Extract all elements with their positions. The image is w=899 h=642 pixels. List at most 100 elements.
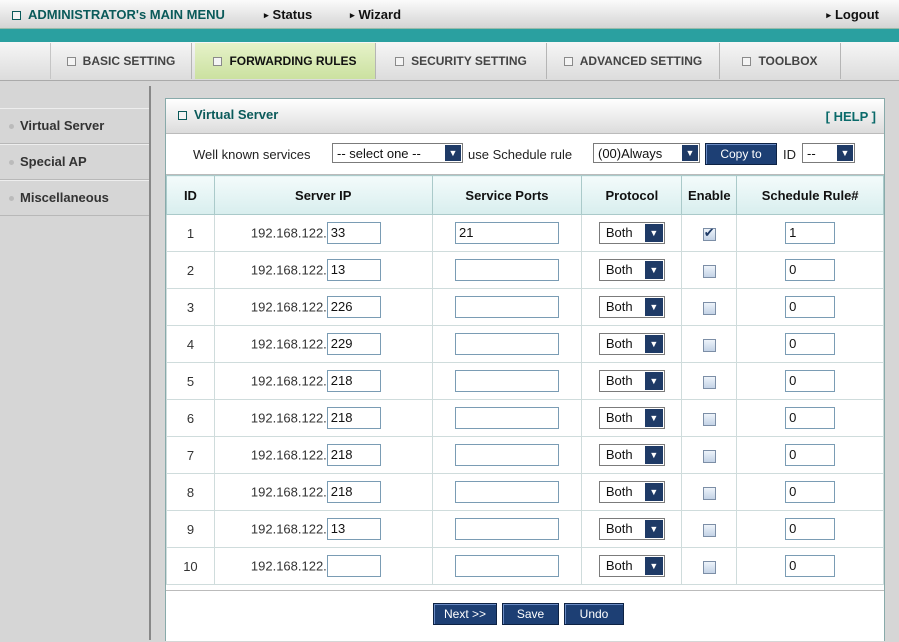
protocol-select[interactable]: Both ▼	[598, 370, 665, 392]
dot-bullet-icon	[9, 160, 14, 166]
service-ports-input[interactable]	[454, 444, 559, 466]
controls-row: Well known services -- select one -- ▼ us…	[166, 134, 884, 175]
well-known-services-select[interactable]: -- select one -- ▼	[332, 143, 463, 163]
protocol-select[interactable]: Both ▼	[598, 296, 665, 318]
enable-cell	[681, 214, 738, 252]
status-link[interactable]: ▸ Status	[264, 7, 312, 22]
dropdown-arrow-icon: ▼	[644, 261, 663, 279]
schedule-rule-input[interactable]: 0	[785, 296, 836, 318]
id-select[interactable]: -- ▼	[802, 143, 855, 163]
service-ports-input[interactable]	[454, 296, 559, 318]
dropdown-arrow-icon: ▼	[644, 409, 663, 427]
service-ports-input[interactable]	[454, 518, 559, 540]
help-link[interactable]: [ HELP ]	[826, 109, 876, 124]
server-ip-input[interactable]: 13	[326, 518, 381, 540]
protocol-select[interactable]: Both ▼	[598, 333, 665, 355]
enable-checkbox[interactable]	[702, 449, 716, 463]
enable-cell	[681, 547, 738, 585]
next-button[interactable]: Next >>	[433, 603, 497, 625]
schedule-rule-input[interactable]: 0	[785, 407, 836, 429]
triangle-right-icon: ▸	[264, 10, 269, 21]
table-row: 9 192.168.122. 13 Both ▼ 0	[166, 510, 884, 548]
schedule-rule-select[interactable]: (00)Always ▼	[593, 143, 700, 163]
service-ports-input[interactable]	[454, 481, 559, 503]
row-id: 3	[166, 288, 215, 326]
enable-checkbox[interactable]	[702, 375, 716, 389]
protocol-select[interactable]: Both ▼	[598, 444, 665, 466]
schedule-rule-input[interactable]: 1	[785, 222, 836, 244]
service-ports-input[interactable]	[454, 555, 559, 577]
select-value: --	[807, 146, 816, 161]
table-row: 10 192.168.122. Both ▼ 0	[166, 547, 884, 585]
tab-toolbox[interactable]: TOOLBOX	[720, 43, 841, 79]
row-id: 4	[166, 325, 215, 363]
service-ports-input[interactable]: 21	[454, 222, 559, 244]
enable-checkbox[interactable]	[702, 412, 716, 426]
enable-checkbox[interactable]	[702, 225, 716, 241]
server-ip-input[interactable]: 226	[326, 296, 381, 318]
enable-checkbox[interactable]	[702, 560, 716, 574]
table-row: 7 192.168.122. 218 Both ▼ 0	[166, 436, 884, 474]
protocol-select[interactable]: Both ▼	[598, 222, 665, 244]
save-button[interactable]: Save	[502, 603, 559, 625]
dropdown-arrow-icon: ▼	[644, 224, 663, 242]
tab-security-setting[interactable]: SECURITY SETTING	[376, 43, 547, 79]
service-ports-cell	[431, 288, 583, 326]
server-ip-cell: 192.168.122. 218	[213, 362, 433, 400]
protocol-select[interactable]: Both ▼	[598, 481, 665, 503]
copy-to-button[interactable]: Copy to	[705, 143, 777, 165]
dropdown-arrow-icon: ▼	[644, 557, 663, 575]
service-ports-input[interactable]	[454, 407, 559, 429]
enable-checkbox[interactable]	[702, 523, 716, 537]
square-bullet-icon	[12, 11, 21, 21]
service-ports-input[interactable]	[454, 333, 559, 355]
server-ip-input[interactable]: 218	[326, 444, 381, 466]
protocol-cell: Both ▼	[581, 473, 683, 511]
square-bullet-icon	[178, 111, 187, 121]
schedule-rule-input[interactable]: 0	[785, 518, 836, 540]
sidebar-item-special-ap[interactable]: Special AP	[0, 144, 149, 180]
server-ip-input[interactable]: 13	[326, 259, 381, 281]
service-ports-input[interactable]	[454, 259, 559, 281]
schedule-rule-input[interactable]: 0	[785, 481, 836, 503]
enable-checkbox[interactable]	[702, 486, 716, 500]
tab-forwarding-rules[interactable]: FORWARDING RULES	[195, 43, 376, 79]
enable-cell	[681, 436, 738, 474]
sidebar-item-miscellaneous[interactable]: Miscellaneous	[0, 180, 149, 216]
protocol-select[interactable]: Both ▼	[598, 407, 665, 429]
tab-basic-setting[interactable]: BASIC SETTING	[50, 43, 192, 79]
sidebar-item-virtual-server[interactable]: Virtual Server	[0, 108, 149, 144]
enable-checkbox[interactable]	[702, 301, 716, 315]
dropdown-arrow-icon: ▼	[644, 335, 663, 353]
tab-advanced-setting[interactable]: ADVANCED SETTING	[547, 43, 720, 79]
enable-checkbox[interactable]	[702, 338, 716, 352]
server-ip-input[interactable]: 218	[326, 370, 381, 392]
protocol-select[interactable]: Both ▼	[598, 555, 665, 577]
server-ip-input[interactable]	[326, 555, 381, 577]
schedule-rule-input[interactable]: 0	[785, 259, 836, 281]
schedule-rule-input[interactable]: 0	[785, 370, 836, 392]
service-ports-cell: 21	[431, 214, 583, 252]
server-ip-input[interactable]: 218	[326, 481, 381, 503]
server-ip-cell: 192.168.122. 13	[213, 251, 433, 289]
server-ip-input[interactable]: 229	[326, 333, 381, 355]
protocol-value: Both	[605, 447, 633, 462]
protocol-select[interactable]: Both ▼	[598, 518, 665, 540]
admin-main-menu-title: ADMINISTRATOR's MAIN MENU	[12, 7, 225, 22]
row-id: 1	[166, 214, 215, 252]
wizard-link[interactable]: ▸ Wizard	[350, 7, 401, 22]
protocol-select[interactable]: Both ▼	[598, 259, 665, 281]
row-id: 6	[166, 399, 215, 437]
server-ip-cell: 192.168.122. 229	[213, 325, 433, 363]
server-ip-input[interactable]: 33	[326, 222, 381, 244]
schedule-rule-input[interactable]: 0	[785, 333, 836, 355]
logout-link[interactable]: ▸ Logout	[826, 7, 879, 22]
enable-checkbox[interactable]	[702, 264, 716, 278]
schedule-rule-input[interactable]: 0	[785, 444, 836, 466]
id-label: ID	[783, 147, 796, 162]
schedule-rule-input[interactable]: 0	[785, 555, 836, 577]
service-ports-input[interactable]	[454, 370, 559, 392]
protocol-value: Both	[605, 558, 633, 573]
undo-button[interactable]: Undo	[564, 603, 624, 625]
server-ip-input[interactable]: 218	[326, 407, 381, 429]
